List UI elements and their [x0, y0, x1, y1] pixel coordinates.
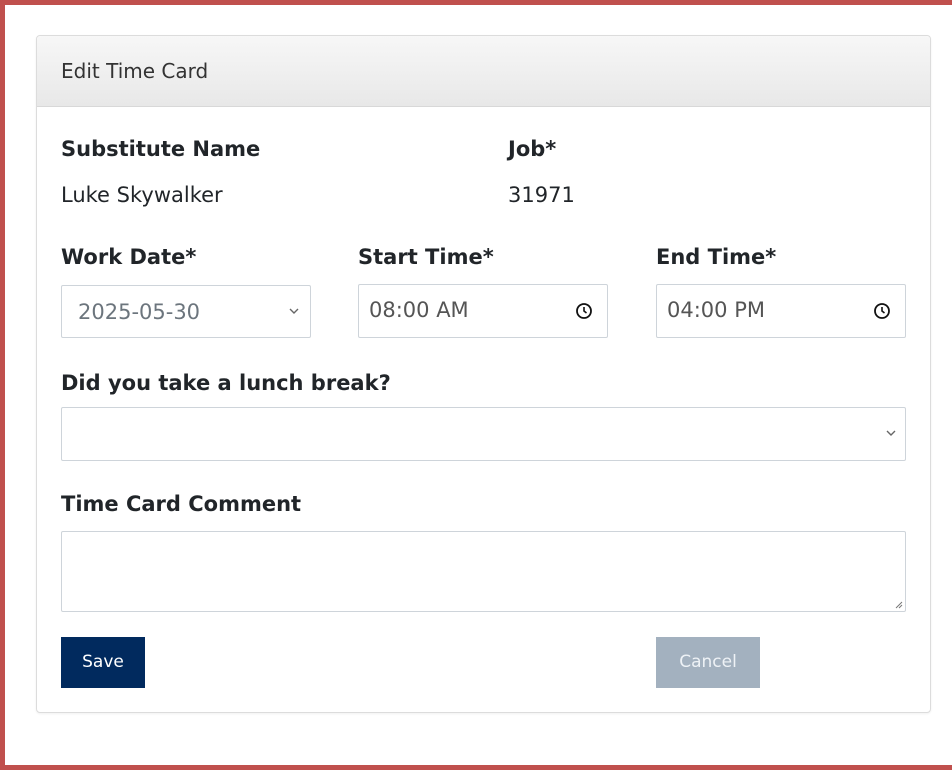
substitute-name-value: Luke Skywalker — [61, 183, 223, 207]
cancel-button[interactable]: Cancel — [656, 637, 760, 688]
card-title: Edit Time Card — [61, 59, 209, 83]
card-header: Edit Time Card — [37, 36, 930, 107]
resize-grip-icon[interactable] — [893, 599, 903, 609]
start-time-input[interactable]: 08:00 AM — [358, 284, 608, 338]
end-time-label: End Time* — [656, 245, 777, 269]
clock-icon[interactable] — [873, 302, 891, 320]
save-button[interactable]: Save — [61, 637, 145, 688]
work-date-select[interactable]: 2025-05-30 — [61, 285, 311, 338]
start-time-value: 08:00 AM — [369, 298, 469, 322]
work-date-label: Work Date* — [61, 245, 197, 269]
start-time-label: Start Time* — [358, 245, 494, 269]
chevron-down-icon — [886, 430, 896, 436]
time-card-comment-label: Time Card Comment — [61, 492, 302, 516]
lunch-break-select[interactable] — [61, 407, 906, 461]
clock-icon[interactable] — [575, 302, 593, 320]
substitute-name-label: Substitute Name — [61, 137, 261, 161]
chevron-down-icon — [289, 308, 299, 314]
job-value: 31971 — [508, 183, 575, 207]
time-card-comment-textarea[interactable] — [61, 531, 906, 612]
end-time-input[interactable]: 04:00 PM — [656, 284, 906, 338]
work-date-value: 2025-05-30 — [78, 300, 201, 324]
end-time-value: 04:00 PM — [667, 298, 765, 322]
lunch-break-label: Did you take a lunch break? — [61, 371, 391, 395]
job-label: Job* — [508, 137, 557, 161]
